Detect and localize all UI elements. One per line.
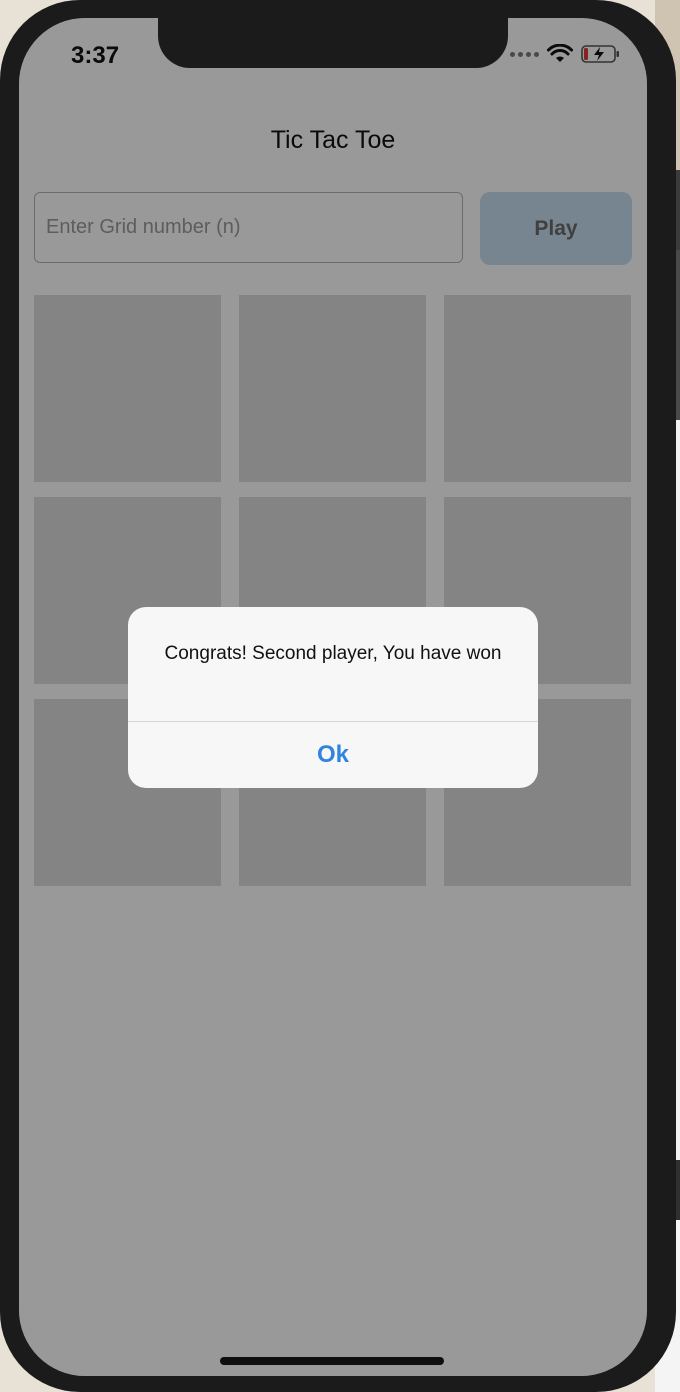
alert-ok-button[interactable]: Ok	[128, 722, 538, 788]
phone-frame: 3:37 Tic Tac Toe Play	[0, 0, 676, 1392]
home-indicator[interactable]	[220, 1357, 444, 1365]
alert-message: Congrats! Second player, You have won	[164, 643, 502, 664]
phone-screen: 3:37 Tic Tac Toe Play	[19, 18, 647, 1376]
notch	[158, 18, 508, 68]
win-alert-dialog: Congrats! Second player, You have won Ok	[128, 607, 538, 788]
